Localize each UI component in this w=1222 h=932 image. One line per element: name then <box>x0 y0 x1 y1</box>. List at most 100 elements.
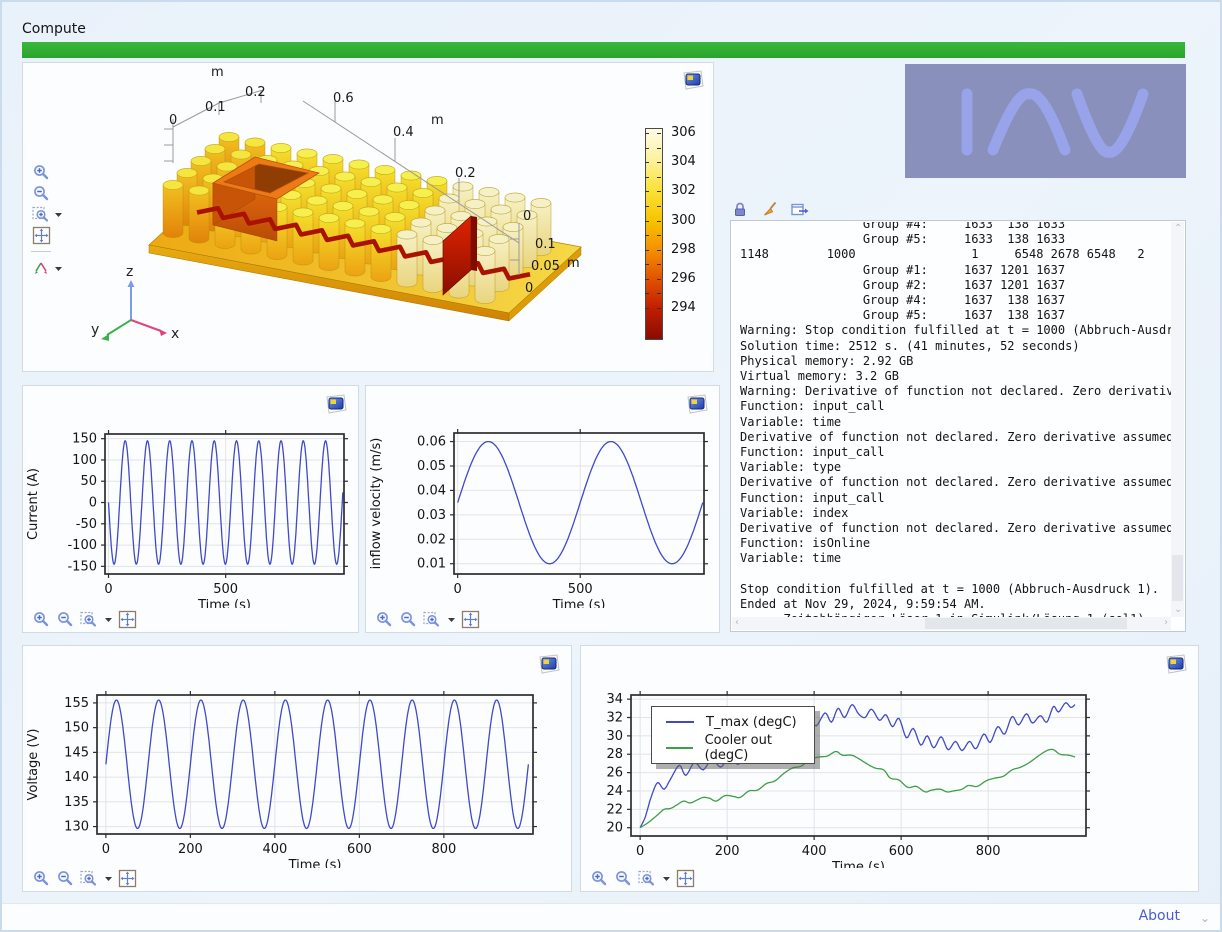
current-plot-canvas[interactable]: 0500-150-100-50050100150Time (s)Current … <box>23 386 358 608</box>
battery-cell <box>319 218 339 271</box>
zoom-box-icon[interactable] <box>79 869 99 887</box>
open-in-window-icon[interactable] <box>790 200 810 218</box>
colorbar-tick <box>657 221 661 222</box>
inflow-velocity-plot-canvas[interactable]: 05000.010.020.030.040.050.06Time (s)infl… <box>366 386 719 608</box>
legend-line-sample <box>666 747 693 749</box>
colorbar-tick <box>657 308 661 309</box>
svg-text:-100: -100 <box>67 538 97 553</box>
scroll-up-icon[interactable]: ⌃ <box>1174 224 1182 234</box>
default-3d-view-icon[interactable] <box>31 259 51 277</box>
view-toolbar-3d <box>31 163 63 277</box>
svg-text:24: 24 <box>606 784 623 799</box>
svg-text:800: 800 <box>976 844 1001 859</box>
log-hscroll-thumb[interactable] <box>925 618 1127 629</box>
scroll-right-icon[interactable]: › <box>1164 618 1168 628</box>
about-link[interactable]: About <box>1139 908 1180 924</box>
lock-icon[interactable] <box>730 200 750 218</box>
axis-3d-label: 0 <box>525 281 533 296</box>
axis-3d-label: 0.2 <box>245 85 266 100</box>
fit-view-icon[interactable] <box>460 610 480 628</box>
svg-text:0.04: 0.04 <box>417 483 446 498</box>
plot-toolbar <box>589 869 695 887</box>
zoom-in-icon[interactable] <box>31 610 51 628</box>
zoom-out-icon[interactable] <box>55 610 75 628</box>
log-horizontal-scrollbar[interactable]: ‹ › <box>732 617 1171 630</box>
plot-window-icon[interactable] <box>324 394 348 414</box>
zoom-box-icon[interactable] <box>637 869 657 887</box>
dropdown-caret-icon[interactable] <box>53 205 63 223</box>
log-vertical-scrollbar[interactable]: ⌃ ⌄ <box>1171 222 1184 617</box>
zoom-out-icon[interactable] <box>398 610 418 628</box>
svg-text:28: 28 <box>606 747 623 762</box>
dropdown-caret-icon[interactable] <box>103 610 113 628</box>
log-vscroll-thumb[interactable] <box>1172 555 1183 601</box>
axis-3d-label: 0.05 <box>531 259 560 274</box>
plot-window-icon[interactable] <box>681 70 705 90</box>
dropdown-caret-icon[interactable] <box>446 610 456 628</box>
svg-text:200: 200 <box>715 844 740 859</box>
zoom-in-icon[interactable] <box>31 869 51 887</box>
zoom-out-icon[interactable] <box>613 869 633 887</box>
svg-text:150: 150 <box>72 432 97 447</box>
zoom-box-icon[interactable] <box>79 610 99 628</box>
scroll-left-icon[interactable]: ‹ <box>735 618 739 628</box>
current-plot-panel: 0500-150-100-50050100150Time (s)Current … <box>22 385 359 633</box>
xyz-axis-triad: zxy <box>83 268 193 363</box>
dropdown-caret-icon[interactable] <box>661 869 671 887</box>
axis-3d-label: m <box>567 256 580 271</box>
colorbar-tick <box>657 250 661 251</box>
dropdown-caret-icon[interactable] <box>53 259 63 277</box>
colorbar-tick <box>645 250 649 251</box>
svg-text:400: 400 <box>262 842 287 857</box>
colorbar-tick <box>645 148 649 149</box>
battery-cell <box>293 213 313 266</box>
clear-log-broom-icon[interactable] <box>760 200 780 218</box>
zoom-box-icon[interactable] <box>422 610 442 628</box>
zoom-out-icon[interactable] <box>55 869 75 887</box>
colorbar-tick <box>645 221 649 222</box>
colorbar-tick <box>657 162 661 163</box>
battery-cell <box>371 229 391 282</box>
axis-3d-label: m <box>431 113 444 128</box>
axis-3d-label: 0.6 <box>333 91 354 106</box>
colorbar-tick <box>657 279 661 280</box>
plot-window-icon[interactable] <box>537 654 561 674</box>
svg-text:0.06: 0.06 <box>417 435 446 450</box>
voltage-plot-panel: 0200400600800130135140145150155Time (s)V… <box>22 645 572 892</box>
plot-toolbar <box>31 610 137 628</box>
svg-text:0.03: 0.03 <box>417 508 446 523</box>
plot-window-icon[interactable] <box>1164 654 1188 674</box>
plot-window-icon[interactable] <box>685 394 709 414</box>
progress-bar-fill <box>22 42 1185 58</box>
axis-3d-label: 0.1 <box>535 237 556 252</box>
svg-text:50: 50 <box>80 474 97 489</box>
zoom-out-icon[interactable] <box>31 184 51 202</box>
colorbar-tick-label: 304 <box>671 154 696 169</box>
svg-text:30: 30 <box>606 729 623 744</box>
solver-log-text[interactable]: Group #4: 1633 138 1633 Group #5: 1633 1… <box>732 222 1171 617</box>
fit-view-icon[interactable] <box>31 226 51 244</box>
axis-3d-label: m <box>211 65 224 80</box>
fit-view-icon[interactable] <box>117 869 137 887</box>
colorbar-tick-label: 298 <box>671 242 696 257</box>
plot-toolbar <box>31 869 137 887</box>
fit-view-icon[interactable] <box>675 869 695 887</box>
svg-text:0: 0 <box>104 582 112 597</box>
colorbar-tick <box>645 279 649 280</box>
dropdown-caret-icon[interactable] <box>103 869 113 887</box>
zoom-in-icon[interactable] <box>374 610 394 628</box>
legend-label: Cooler out (degC) <box>705 733 814 763</box>
legend-line-sample <box>666 721 694 723</box>
scroll-down-icon[interactable]: ⌄ <box>1174 605 1182 615</box>
svg-text:600: 600 <box>889 844 914 859</box>
axis-3d-label: 0.1 <box>205 100 226 115</box>
status-bar: About ⌄ <box>2 903 1220 930</box>
fit-view-icon[interactable] <box>117 610 137 628</box>
zoom-in-icon[interactable] <box>31 163 51 181</box>
zoom-box-icon[interactable] <box>31 205 51 223</box>
zoom-in-icon[interactable] <box>589 869 609 887</box>
battery-cell <box>189 191 209 244</box>
axis-3d-label: 0 <box>169 113 177 128</box>
voltage-plot-canvas[interactable]: 0200400600800130135140145150155Time (s)V… <box>23 646 571 868</box>
chevron-down-icon[interactable]: ⌄ <box>1200 911 1210 925</box>
